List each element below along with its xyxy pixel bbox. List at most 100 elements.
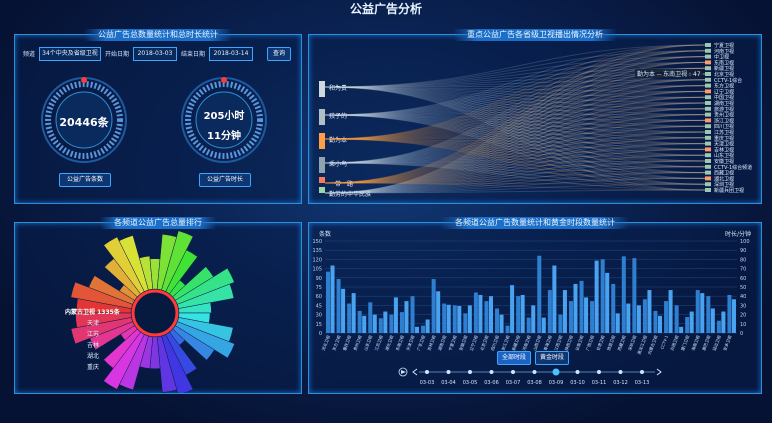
rose-highlight-label: 内蒙古卫视 1335条 (65, 309, 120, 316)
sankey-target-node (705, 164, 711, 169)
bar (689, 311, 694, 333)
all-time-button[interactable]: 全部时段 (497, 351, 531, 365)
x-tick-label: 河南卫视 (521, 334, 532, 351)
timeline-dot (468, 370, 472, 374)
bar (632, 258, 637, 333)
duration-button[interactable]: 公益广告时长 (199, 173, 251, 187)
timeline-label: 03-06 (484, 380, 499, 386)
sankey-source-label: 孩子的 (329, 112, 347, 120)
bar (431, 279, 436, 333)
y2-tick-label: 40 (740, 294, 746, 300)
y-tick-label: 90 (316, 276, 322, 282)
bar (584, 297, 589, 333)
sankey-source-node (319, 109, 325, 125)
query-button[interactable]: 查询 (267, 47, 291, 61)
end-date-label: 结束日期 (181, 51, 206, 58)
y2-tick-label: 70 (740, 267, 746, 273)
bar (351, 293, 356, 333)
timeline-dot (575, 370, 580, 374)
bar (520, 294, 525, 333)
next-icon (656, 368, 662, 376)
bar (399, 312, 404, 333)
x-tick-label: 江苏卫视 (373, 334, 384, 351)
bar (679, 326, 684, 333)
x-tick-label: 延边卫视 (711, 334, 722, 351)
timeline-label: 03-04 (441, 380, 456, 386)
count-button[interactable]: 公益广告条数 (59, 173, 111, 187)
panel-ranking: 各频道公益广告总量排行 天津 江苏 吉林 湖北 重庆 内蒙古卫视 1335条 (14, 217, 302, 394)
start-date-label: 开始日期 (105, 51, 130, 58)
bar (467, 305, 472, 333)
x-tick-label: 北京卫视 (478, 334, 489, 351)
bar (658, 315, 663, 333)
channel-select[interactable]: 34个中央及省级卫视 (39, 47, 101, 61)
bar (710, 308, 715, 333)
timeline-dot (446, 370, 451, 374)
bar (330, 265, 335, 333)
sankey-source-label: 勤为本 (329, 136, 347, 144)
x-tick-label: 厦门卫视 (679, 334, 690, 351)
y2-tick-label: 20 (740, 313, 746, 319)
x-tick-label: 海南卫视 (690, 334, 701, 351)
rose-label: 天津 (87, 320, 99, 327)
bar (664, 301, 669, 333)
bar (393, 297, 398, 333)
sankey-target-node (705, 77, 711, 82)
bar (410, 296, 415, 333)
x-tick-label: 东方卫视 (330, 334, 341, 351)
x-tick-label: 青海卫视 (542, 334, 553, 351)
y2-tick-label: 0 (740, 331, 743, 337)
sankey-target-node (705, 141, 711, 146)
bar (488, 296, 493, 333)
sankey-chart: 和为贵孩子的勤为本乘小鸟一带一路勤劳的中华民族宁夏卫视河南卫视中卫视东南卫视新疆… (319, 42, 752, 198)
bar (668, 290, 673, 333)
bar (421, 325, 426, 333)
sankey-target-node (705, 48, 711, 53)
start-date-input[interactable]: 2018-03-03 (133, 47, 177, 61)
bar (415, 326, 420, 333)
bar (600, 259, 605, 333)
rose-label: 江苏 (87, 330, 99, 338)
y2-tick-label: 80 (740, 257, 746, 263)
sankey-source-node (319, 133, 325, 149)
panel-bar-stats: 各频道公益广告数量统计和黄金时段数量统计 条数 时长/分钟 0 15 30 45 60 7… (308, 217, 762, 394)
bar (695, 290, 700, 333)
x-tick-label: 广西卫视 (584, 334, 595, 351)
x-tick-label: 西藏卫视 (616, 334, 627, 351)
bar (541, 317, 546, 333)
bar (547, 290, 552, 333)
y-tick-label: 150 (312, 239, 322, 245)
bar (473, 292, 478, 333)
y-tick-label: 0 (319, 331, 322, 337)
y-tick-label: 30 (316, 313, 322, 319)
bar (642, 299, 647, 333)
prev-icon (412, 368, 418, 376)
y2-tick-label: 90 (740, 248, 746, 254)
timeline-label: 03-07 (506, 380, 521, 386)
rose-center (131, 289, 179, 337)
gold-time-button[interactable]: 黄金时段 (535, 351, 569, 365)
x-tick-label: 湖南卫视 (436, 334, 447, 351)
bar (368, 302, 373, 333)
sankey-target-node (705, 89, 711, 94)
bar (425, 319, 430, 333)
end-date-input[interactable]: 2018-03-14 (209, 47, 253, 61)
x-tick-label: 吉林卫视 (425, 334, 436, 351)
sankey-target-node (705, 176, 711, 181)
timeline-dot (489, 370, 494, 374)
bar (446, 304, 451, 333)
x-tick-label: 安徽卫视 (457, 334, 468, 351)
timeline-label: 03-03 (420, 380, 435, 386)
x-tick-label: 陕西卫视 (563, 334, 574, 351)
x-tick-label: 东南卫视 (394, 334, 405, 351)
bar (389, 314, 394, 333)
bar (378, 318, 383, 333)
sankey-target-node (705, 54, 711, 59)
bar (326, 271, 331, 333)
x-tick-label: 新疆卫视 (510, 334, 521, 351)
bar (478, 294, 483, 333)
bar (457, 306, 462, 333)
timeline-label: 03-12 (613, 380, 628, 386)
bar (452, 305, 457, 333)
y-tick-label: 45 (316, 303, 322, 309)
